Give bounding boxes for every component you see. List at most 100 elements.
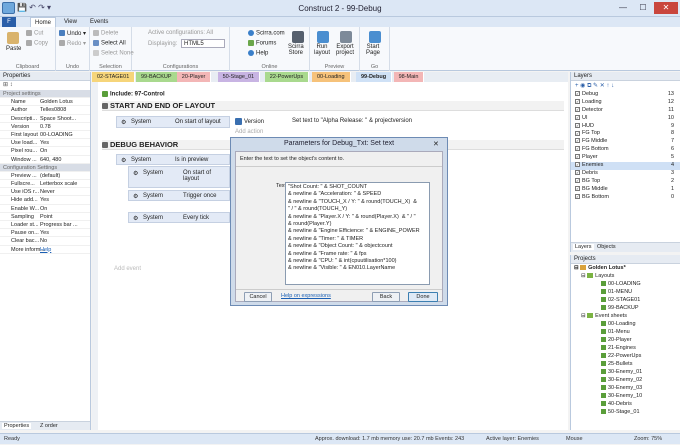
cut-button[interactable]: Cut <box>26 30 43 37</box>
property-value[interactable]: (default) <box>40 173 60 179</box>
layouts-folder[interactable]: ⊟ Layouts <box>571 272 680 280</box>
event-1-condition[interactable]: ⚙ System On start of layout <box>116 116 230 128</box>
property-value[interactable]: No <box>40 238 47 244</box>
tab-home[interactable]: Home <box>30 17 57 27</box>
event-1-action[interactable]: Version <box>235 118 264 125</box>
layout-node[interactable]: 01-MENU <box>571 288 680 296</box>
layer-row[interactable]: ✓ FG Middle 7 <box>571 138 680 146</box>
layers-toolbar[interactable]: + ◉ ⧉ ✎ ✕ ↑ ↓ <box>571 81 680 91</box>
property-row[interactable]: Descripti... Space Shoot... <box>0 115 90 123</box>
tab-view[interactable]: View <box>60 17 81 27</box>
property-row[interactable]: Loader st...Progress bar ... <box>0 221 90 230</box>
layer-row[interactable]: ✓ Loading 12 <box>571 99 680 107</box>
scirra-store-button[interactable]: Scirra Store <box>288 44 304 56</box>
layout-tab[interactable]: 98-Main <box>393 72 425 82</box>
layout-tab[interactable]: 99-Debug <box>356 72 393 82</box>
property-row[interactable]: Fullscre... Letterbox scale <box>0 180 90 189</box>
layer-row[interactable]: ✓ BG Top 2 <box>571 178 680 186</box>
minimize-button[interactable]: — <box>614 2 632 14</box>
tab-file[interactable]: F <box>2 17 16 27</box>
layer-visible-checkbox[interactable]: ✓ <box>575 122 580 128</box>
layout-tab[interactable]: 50-Stage_01 <box>217 72 261 82</box>
event-sheet-node[interactable]: 30-Enemy_03 <box>571 384 680 392</box>
delete-button[interactable]: Delete <box>93 30 118 37</box>
event-sheet-node[interactable]: 40-Debris <box>571 400 680 408</box>
layer-visible-checkbox[interactable]: ✓ <box>575 193 580 199</box>
property-value[interactable]: On <box>40 206 47 212</box>
event-sheet-node[interactable]: 01-Menu <box>571 328 680 336</box>
layout-tab[interactable]: 00-Loading <box>312 72 351 82</box>
paste-button[interactable]: Paste <box>6 46 21 52</box>
property-row[interactable]: First layout 00-LOADING <box>0 131 90 140</box>
tab-events[interactable]: Events <box>86 17 112 27</box>
done-button[interactable]: Done <box>408 292 438 302</box>
property-value[interactable]: Telles0808 <box>40 107 66 113</box>
layer-row[interactable]: ✓ BG Middle 1 <box>571 186 680 194</box>
copy-button[interactable]: Copy <box>26 40 48 47</box>
layer-row[interactable]: ✓ Debug 13 <box>571 91 680 99</box>
property-row[interactable]: Window ... 640, 480 <box>0 156 90 164</box>
layout-tab[interactable]: 99-BACKUP <box>136 72 178 82</box>
group-start-end-layout[interactable]: START AND END OF LAYOUT <box>102 101 564 111</box>
property-row[interactable]: Use load... Yes <box>0 139 90 148</box>
property-value[interactable]: Progress bar ... <box>40 222 78 228</box>
scirra-com-link[interactable]: Scirra.com <box>248 30 285 37</box>
start-page-button[interactable]: Start Page <box>366 44 380 56</box>
property-row[interactable]: Version 0.78 <box>0 123 90 131</box>
add-action-link[interactable]: Add action <box>235 129 263 135</box>
layer-visible-checkbox[interactable]: ✓ <box>575 185 580 191</box>
event-sheet-node[interactable]: 25-Bullets <box>571 360 680 368</box>
subevent-2-condition[interactable]: ⚙ System Trigger once <box>128 190 230 201</box>
layer-row[interactable]: ✓ Debris 3 <box>571 170 680 178</box>
property-row[interactable]: Name Golden Lotus <box>0 98 90 107</box>
property-value[interactable]: Point <box>40 214 53 220</box>
add-event-link[interactable]: Add event <box>114 266 141 272</box>
property-value[interactable]: Yes <box>40 197 49 203</box>
forums-link[interactable]: Forums <box>248 40 276 47</box>
property-value[interactable]: 00-LOADING <box>40 132 73 138</box>
layer-row[interactable]: ✓ Detector 11 <box>571 107 680 115</box>
layer-visible-checkbox[interactable]: ✓ <box>575 130 580 136</box>
property-row[interactable]: Preview ... (default) <box>0 172 90 181</box>
cancel-button[interactable]: Cancel <box>244 292 272 302</box>
layer-visible-checkbox[interactable]: ✓ <box>575 169 580 175</box>
layer-visible-checkbox[interactable]: ✓ <box>575 146 580 152</box>
project-root[interactable]: ⊟ Golden Lotus* <box>571 264 680 272</box>
property-row[interactable]: Sampling Point <box>0 213 90 221</box>
property-value[interactable]: 0.78 <box>40 124 51 130</box>
layer-row[interactable]: ✓ Player 5 <box>571 154 680 162</box>
layer-row[interactable]: ✓ BG Bottom 0 <box>571 194 680 202</box>
layout-node[interactable]: 00-LOADING <box>571 280 680 288</box>
property-row[interactable]: Clear bac...No <box>0 237 90 246</box>
layer-visible-checkbox[interactable]: ✓ <box>575 177 580 183</box>
help-on-expressions-link[interactable]: Help on expressions <box>281 293 331 299</box>
undo-button[interactable]: Undo ▾ <box>59 30 86 37</box>
export-project-button[interactable]: Export project <box>336 44 354 56</box>
property-value[interactable]: On <box>40 148 47 154</box>
property-value[interactable]: Help <box>40 247 51 253</box>
layer-row[interactable]: ✓ FG Top 8 <box>571 130 680 138</box>
project-settings-header[interactable]: Project settings <box>0 90 90 99</box>
property-row[interactable]: Pixel rou... On <box>0 147 90 156</box>
event-2-condition[interactable]: ⚙ System Is in preview <box>116 154 230 165</box>
property-row[interactable]: Use iOS r...Never <box>0 188 90 197</box>
layer-row[interactable]: ✓ HUD 9 <box>571 123 680 131</box>
property-value[interactable]: Yes <box>40 140 49 146</box>
property-row[interactable]: Hide add... Yes <box>0 196 90 205</box>
tab-objects[interactable]: Objects <box>597 244 616 250</box>
tab-z-order[interactable]: Z order <box>40 423 58 429</box>
layer-row[interactable]: ✓ Enemies 4 <box>571 162 680 170</box>
property-row[interactable]: Enable W...On <box>0 205 90 213</box>
displaying-select[interactable]: HTML5 <box>181 39 225 48</box>
layer-row[interactable]: ✓ FG Bottom 6 <box>571 146 680 154</box>
run-layout-button[interactable]: Run layout <box>314 44 330 56</box>
layer-visible-checkbox[interactable]: ✓ <box>575 106 580 112</box>
event-sheet-node[interactable]: 30-Enemy_10 <box>571 392 680 400</box>
event-sheet-node[interactable]: 50-Stage_01 <box>571 408 680 416</box>
dialog-close-icon[interactable]: ✕ <box>433 140 439 148</box>
layout-node[interactable]: 99-BACKUP <box>571 304 680 312</box>
layer-visible-checkbox[interactable]: ✓ <box>575 114 580 120</box>
select-all-button[interactable]: Select All <box>93 40 126 47</box>
layout-tab[interactable]: 02-STAGE01 <box>92 72 136 82</box>
property-value[interactable]: 640, 480 <box>40 157 61 163</box>
